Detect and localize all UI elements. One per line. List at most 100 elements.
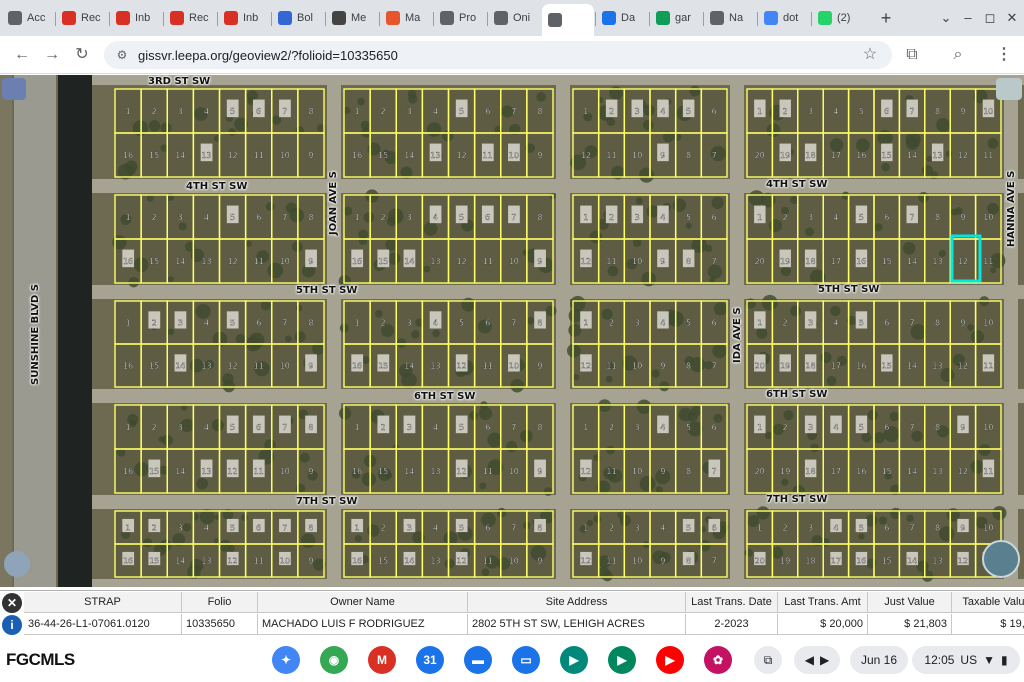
table-cell: 36-44-26-L1-07061.0120 bbox=[24, 614, 182, 635]
browser-tab[interactable]: Pro bbox=[434, 6, 486, 30]
column-header[interactable]: Last Trans. Amt bbox=[778, 592, 868, 613]
browser-tab[interactable]: Inb bbox=[110, 6, 162, 30]
extensions-icon[interactable]: ⧉ bbox=[900, 43, 924, 67]
minimize-icon[interactable]: – bbox=[958, 8, 978, 28]
lot-number: 3 bbox=[808, 423, 813, 432]
browser-tab[interactable]: gar bbox=[650, 6, 702, 30]
profile-icon[interactable]: ⌕ bbox=[946, 43, 970, 67]
youtube-icon[interactable]: ▶ bbox=[656, 646, 684, 674]
tree-canopy bbox=[146, 194, 154, 202]
column-header[interactable]: Folio bbox=[182, 592, 258, 613]
browser-tab[interactable]: dot bbox=[758, 6, 810, 30]
status-tray[interactable]: 12:05 US ▼ ▮ bbox=[912, 646, 1020, 674]
menu-icon[interactable]: ⋮ bbox=[992, 43, 1016, 67]
column-header[interactable]: Last Trans. Date bbox=[686, 592, 778, 613]
media-controls[interactable]: ◀ ▶ bbox=[794, 646, 840, 674]
chrome-icon[interactable]: ◉ bbox=[320, 646, 348, 674]
lot-number: 19 bbox=[780, 257, 790, 266]
lot-number: 9 bbox=[960, 423, 965, 432]
maximize-icon[interactable]: ◻ bbox=[980, 8, 1000, 28]
lot-number: 10 bbox=[280, 467, 290, 476]
reload-icon[interactable]: ↻ bbox=[70, 43, 94, 67]
browser-tab[interactable]: Acc bbox=[2, 6, 54, 30]
url-text[interactable]: gissvr.leepa.org/geoview2/?folioid=10335… bbox=[138, 48, 398, 63]
tree-canopy bbox=[374, 309, 383, 318]
tree-canopy bbox=[195, 303, 211, 319]
lot-number: 12 bbox=[456, 362, 466, 371]
gemini-icon[interactable]: ✦ bbox=[272, 646, 300, 674]
browser-tab[interactable] bbox=[542, 4, 594, 36]
tree-canopy bbox=[641, 271, 657, 287]
date-tray[interactable]: Jun 16 bbox=[850, 646, 908, 674]
tab-label: gar bbox=[675, 12, 691, 24]
calendar-icon[interactable]: 31 bbox=[416, 646, 444, 674]
screenshot-icon[interactable]: ⧉ bbox=[754, 646, 782, 674]
parcel-map[interactable]: 1 2 3 4 5 6 7 8 16 15 14 13 12 11 10 9 1 2 3 4 5 6 7 8 16 15 14 13 1… bbox=[0, 75, 1024, 587]
bookmark-star-icon[interactable]: ☆ bbox=[860, 45, 880, 65]
overview-globe-icon[interactable] bbox=[982, 540, 1020, 578]
tab-search-icon[interactable]: ⌄ bbox=[936, 8, 956, 28]
tree-canopy bbox=[396, 338, 407, 348]
lot-number: 3 bbox=[407, 423, 412, 432]
lot-number: 14 bbox=[907, 151, 917, 160]
lot-number: 6 bbox=[712, 524, 717, 533]
lot-number: 15 bbox=[149, 362, 159, 371]
lot-number: 1 bbox=[126, 524, 131, 533]
messages-icon[interactable]: ▭ bbox=[512, 646, 540, 674]
lot-number: 16 bbox=[352, 557, 362, 566]
browser-tab[interactable]: Me bbox=[326, 6, 378, 30]
column-header[interactable]: Taxable Value bbox=[952, 592, 1024, 613]
close-window-icon[interactable]: ✕ bbox=[1002, 8, 1022, 28]
tree-canopy bbox=[568, 323, 582, 337]
lot-number: 6 bbox=[884, 423, 889, 432]
browser-tab[interactable]: Oni bbox=[488, 6, 540, 30]
site-info-icon[interactable]: ⚙ bbox=[114, 47, 130, 63]
tree-canopy bbox=[810, 443, 820, 453]
prev-icon[interactable]: ◀ bbox=[805, 653, 814, 667]
next-icon[interactable]: ▶ bbox=[820, 653, 829, 667]
browser-tab[interactable]: Da bbox=[596, 6, 648, 30]
parcel-map-canvas[interactable]: 1 2 3 4 5 6 7 816 15 14 13 12 11 10 91 2 3 4 5 6 7 816 15 14 13 1… bbox=[0, 75, 1024, 587]
column-header[interactable]: Site Address bbox=[468, 592, 686, 613]
lot-number: 7 bbox=[712, 362, 717, 371]
tree-canopy bbox=[642, 541, 650, 549]
browser-tab[interactable]: Na bbox=[704, 6, 756, 30]
lot-number: 2 bbox=[783, 319, 788, 328]
tab-label: dot bbox=[783, 12, 799, 24]
files-icon[interactable]: ▬ bbox=[464, 646, 492, 674]
column-header[interactable]: STRAP bbox=[24, 592, 182, 613]
column-header[interactable]: Just Value bbox=[868, 592, 952, 613]
column-header[interactable]: Owner Name bbox=[258, 592, 468, 613]
browser-tab[interactable]: Rec bbox=[164, 6, 216, 30]
tree-canopy bbox=[365, 189, 379, 203]
browser-tab[interactable]: Inb bbox=[218, 6, 270, 30]
app-icon[interactable]: ✿ bbox=[704, 646, 732, 674]
tab-label: Na bbox=[729, 12, 744, 24]
lot-number: 3 bbox=[635, 423, 640, 432]
address-bar[interactable]: ⚙ gissvr.leepa.org/geoview2/?folioid=103… bbox=[104, 41, 892, 69]
new-tab-button[interactable]: + bbox=[876, 8, 896, 28]
lot-number: 7 bbox=[712, 467, 717, 476]
gmail-icon[interactable]: M bbox=[368, 646, 396, 674]
lot-number: 5 bbox=[859, 423, 864, 432]
tree-canopy bbox=[712, 343, 727, 359]
play-store-icon[interactable]: ▶ bbox=[608, 646, 636, 674]
back-icon[interactable]: ← bbox=[10, 43, 34, 67]
search-map-icon[interactable] bbox=[4, 551, 30, 577]
forward-icon[interactable]: → bbox=[40, 43, 64, 67]
browser-tab[interactable]: Bol bbox=[272, 6, 324, 30]
lot-number: 1 bbox=[126, 319, 131, 328]
browser-tab[interactable]: Rec bbox=[56, 6, 108, 30]
tree-canopy bbox=[636, 399, 652, 415]
street-road bbox=[92, 75, 1024, 85]
browser-tab[interactable]: (2) bbox=[812, 6, 864, 30]
lot-number: 9 bbox=[308, 257, 313, 266]
close-table-icon[interactable]: ✕ bbox=[2, 593, 22, 613]
tree-canopy bbox=[874, 223, 883, 232]
browser-tab[interactable]: Ma bbox=[380, 6, 432, 30]
meet-icon[interactable]: ▶ bbox=[560, 646, 588, 674]
lot-number: 8 bbox=[935, 423, 940, 432]
basemap-icon[interactable] bbox=[996, 78, 1022, 100]
layers-icon[interactable] bbox=[2, 78, 26, 100]
info-icon[interactable]: i bbox=[2, 615, 22, 635]
